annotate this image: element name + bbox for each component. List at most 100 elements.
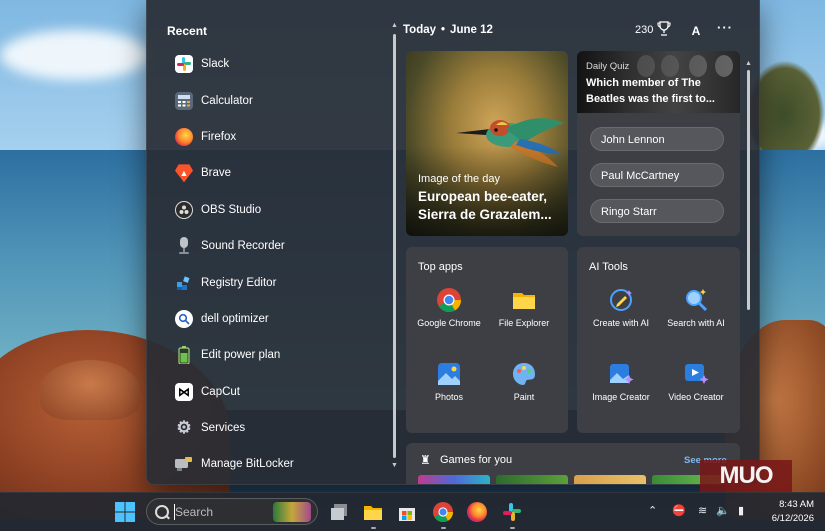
firefox-taskbar-icon[interactable] <box>466 501 488 523</box>
ai-tools-title: AI Tools <box>589 261 628 273</box>
recent-app-capcut[interactable]: ⋈ CapCut <box>147 374 392 410</box>
recent-app-label: Edit power plan <box>201 349 281 362</box>
scroll-up-arrow-icon[interactable]: ▲ <box>391 22 398 29</box>
top-app-paint[interactable]: Paint <box>487 361 561 403</box>
widgets-pane: Today • June 12 230 A ··· Image of the day <box>399 0 759 484</box>
bitlocker-key-icon <box>175 455 193 473</box>
recent-app-calculator[interactable]: Calculator <box>147 82 392 118</box>
widgets-scrollbar-thumb[interactable] <box>747 70 750 310</box>
photos-icon <box>438 363 460 385</box>
image-of-the-day-card[interactable]: Image of the day European bee-eater, Sie… <box>406 51 568 236</box>
ai-tool-image-creator[interactable]: Image Creator <box>584 361 658 403</box>
battery-tray-icon[interactable]: ▮ <box>738 504 744 517</box>
widgets-scrollbar[interactable]: ▲ <box>745 60 752 310</box>
recent-app-sound-recorder[interactable]: Sound Recorder <box>147 228 392 264</box>
top-app-photos[interactable]: Photos <box>412 361 486 403</box>
image-of-day-title: European bee-eater, Sierra de Grazalem..… <box>418 189 552 222</box>
image-creator-icon <box>610 364 634 384</box>
recent-scrollbar-thumb[interactable] <box>393 34 396 458</box>
scroll-up-arrow-icon[interactable]: ▲ <box>745 60 752 67</box>
taskbar-search-input[interactable] <box>175 502 275 521</box>
ai-tool-label: Video Creator <box>668 392 724 402</box>
folder-icon <box>513 293 535 309</box>
game-thumbnail[interactable] <box>496 475 568 484</box>
separator-dot: • <box>441 24 446 36</box>
show-hidden-icons-chevron-up-icon[interactable]: ⌃ <box>648 504 657 517</box>
recent-app-label: Registry Editor <box>201 276 277 289</box>
task-view-icon[interactable] <box>328 501 350 523</box>
top-apps-title: Top apps <box>418 261 463 273</box>
recent-app-label: Firefox <box>201 130 237 143</box>
recent-app-brave[interactable]: ▲ Brave <box>147 155 392 191</box>
ai-tool-label: Image Creator <box>592 392 650 402</box>
today-date-header: Today • June 12 <box>403 24 493 36</box>
recent-app-label: OBS Studio <box>201 203 262 216</box>
ai-tool-create-with-ai[interactable]: Create with AI <box>584 287 658 329</box>
recent-app-label: Sound Recorder <box>201 240 285 253</box>
recent-app-label: Slack <box>201 58 230 71</box>
file-explorer-icon[interactable] <box>362 501 384 523</box>
recent-app-list: Slack Calculator Firefox ▲ Brave OBS Stu… <box>147 46 392 483</box>
chrome-icon <box>437 288 461 313</box>
taskbar-search-box[interactable] <box>146 498 318 525</box>
muo-watermark: MUO <box>700 460 792 492</box>
running-indicator <box>371 527 376 529</box>
taskbar-clock[interactable]: 8:43 AM 6/12/2026 <box>762 498 814 526</box>
recent-app-dell-optimizer[interactable]: dell optimizer <box>147 301 392 337</box>
windows-start-icon[interactable] <box>114 501 136 523</box>
text-caret <box>174 504 175 520</box>
quiz-option[interactable]: John Lennon <box>590 127 724 151</box>
slack-taskbar-icon[interactable] <box>501 501 523 523</box>
firefox-icon <box>175 127 193 146</box>
recent-scrollbar[interactable]: ▲ ▼ <box>391 22 398 472</box>
notifications-off-icon[interactable]: ⛔ <box>672 504 686 517</box>
font-size-button[interactable]: A <box>687 22 705 40</box>
microphone-icon <box>175 237 193 255</box>
quiz-question[interactable]: Which member of The Beatles was the firs… <box>586 75 736 107</box>
paint-icon <box>513 363 535 385</box>
top-app-file-explorer[interactable]: File Explorer <box>487 287 561 329</box>
top-apps-card: Top apps Google Chrome File Explorer Pho… <box>406 247 568 433</box>
recent-app-slack[interactable]: Slack <box>147 46 392 82</box>
recent-title: Recent <box>167 24 208 38</box>
wifi-icon[interactable]: ≋ <box>698 504 707 517</box>
recent-app-label: dell optimizer <box>201 312 269 325</box>
game-thumbnail[interactable] <box>574 475 646 484</box>
ai-tool-label: Search with AI <box>667 318 725 328</box>
top-app-label: File Explorer <box>498 318 550 328</box>
quiz-option[interactable]: Ringo Starr <box>590 199 724 223</box>
scroll-down-arrow-icon[interactable]: ▼ <box>391 462 398 469</box>
obs-studio-icon <box>175 200 193 219</box>
top-app-google-chrome[interactable]: Google Chrome <box>412 287 486 329</box>
more-options-button[interactable]: ··· <box>717 20 733 35</box>
recent-app-manage-bitlocker[interactable]: Manage BitLocker <box>147 446 392 482</box>
top-app-label: Paint <box>513 392 535 402</box>
quiz-kicker: Daily Quiz <box>586 61 630 72</box>
pen-sparkle-icon <box>610 289 632 311</box>
recent-app-obs-studio[interactable]: OBS Studio <box>147 192 392 228</box>
recent-apps-pane: Recent Slack Calculator Firefox ▲ Brave <box>147 0 398 484</box>
clock-date: 6/12/2026 <box>771 513 814 524</box>
gear-icon: ⚙ <box>176 418 192 438</box>
chrome-taskbar-icon[interactable] <box>432 501 454 523</box>
ai-tool-search-with-ai[interactable]: Search with AI <box>659 287 733 329</box>
game-thumbnail[interactable] <box>418 475 490 484</box>
games-title: Games for you <box>440 454 513 466</box>
quiz-option[interactable]: Paul McCartney <box>590 163 724 187</box>
capcut-icon: ⋈ <box>175 382 193 401</box>
recent-app-edit-power-plan[interactable]: Edit power plan <box>147 337 392 373</box>
ai-tool-video-creator[interactable]: Video Creator <box>659 361 733 403</box>
search-highlight-image[interactable] <box>273 502 311 522</box>
rewards-points[interactable]: 230 <box>635 24 653 36</box>
recent-app-label: Calculator <box>201 94 253 107</box>
recent-app-services[interactable]: ⚙ Services <box>147 410 392 446</box>
recent-app-registry-editor[interactable]: Registry Editor <box>147 264 392 300</box>
recent-app-firefox[interactable]: Firefox <box>147 119 392 155</box>
trophy-icon[interactable] <box>657 21 671 37</box>
taskbar: ⌃ ⛔ ≋ 🔈 ▮ 8:43 AM 6/12/2026 <box>0 492 825 531</box>
volume-icon[interactable]: 🔈 <box>716 504 730 517</box>
microsoft-store-icon[interactable] <box>396 501 418 523</box>
image-of-day-kicker: Image of the day <box>418 173 500 185</box>
date-label: June 12 <box>450 24 493 36</box>
running-indicator <box>441 527 446 529</box>
